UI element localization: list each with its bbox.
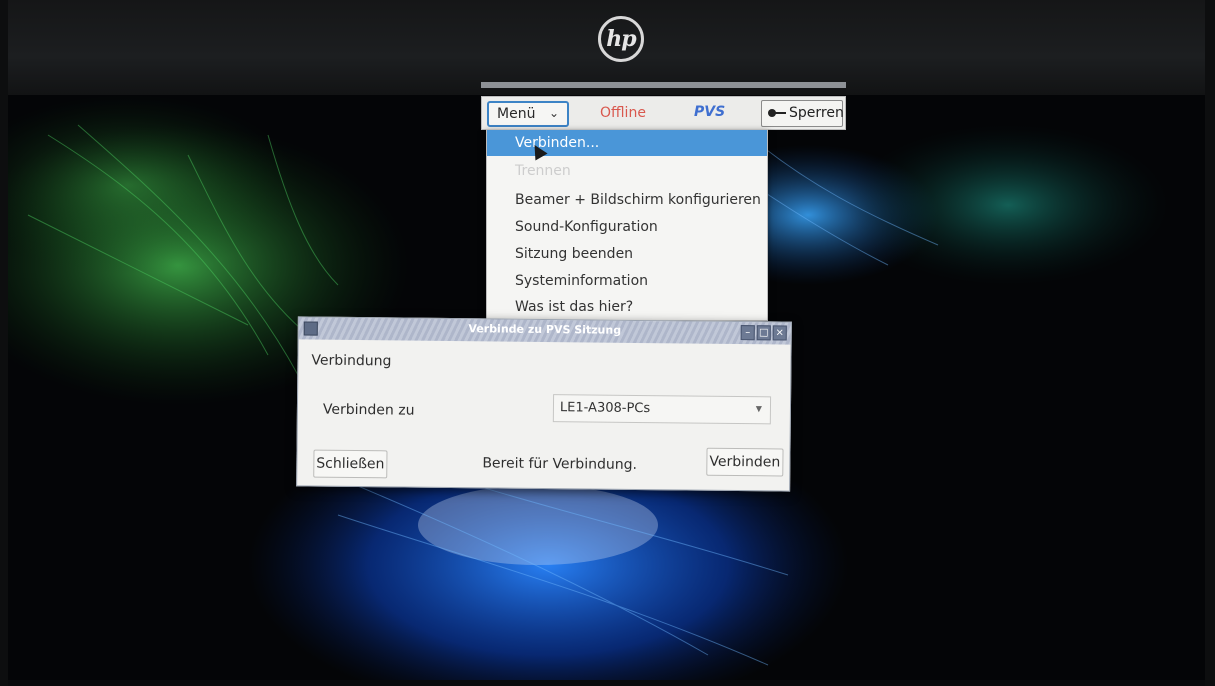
menu-item-system-info[interactable]: Systeminformation: [487, 268, 767, 294]
connection-status: Offline: [600, 105, 646, 121]
menu-button[interactable]: Menü ⌄: [487, 101, 569, 127]
pvs-bar-top-strip: [481, 82, 846, 88]
menu-item-sound-config[interactable]: Sound-Konfiguration: [487, 214, 767, 240]
connect-to-label: Verbinden zu: [322, 401, 415, 419]
connection-section-label: Verbindung: [311, 352, 392, 370]
menu-item-beamer-config[interactable]: Beamer + Bildschirm konfigurieren: [487, 187, 767, 213]
menu-item-disconnect[interactable]: Trennen: [487, 158, 767, 184]
pvs-app-label: PVS: [694, 104, 726, 120]
chevron-down-icon: ⌄: [548, 106, 559, 120]
close-button[interactable]: Schließen: [313, 449, 388, 479]
monitor-bezel-right: [1205, 0, 1215, 686]
minimize-icon[interactable]: –: [740, 325, 755, 341]
menu-item-end-session[interactable]: Sitzung beenden: [487, 241, 767, 267]
dialog-title: Verbinde zu PVS Sitzung: [468, 322, 622, 337]
dialog-status-text: Bereit für Verbindung.: [482, 455, 638, 473]
dialog-titlebar[interactable]: Verbinde zu PVS Sitzung – □ ×: [298, 317, 791, 345]
maximize-icon[interactable]: □: [756, 325, 771, 341]
lock-button-label: Sperren: [789, 105, 844, 121]
close-icon[interactable]: ×: [772, 325, 787, 341]
session-select-value: LE1-A308-PCs: [559, 400, 651, 417]
monitor-bezel-left: [0, 0, 8, 686]
menu-button-label: Menü: [497, 106, 536, 122]
key-icon: [768, 108, 786, 118]
connect-button[interactable]: Verbinden: [706, 447, 784, 477]
menu-item-about[interactable]: Was ist das hier?: [487, 294, 767, 320]
session-select[interactable]: LE1-A308-PCs ▼: [552, 394, 772, 425]
main-menu-dropdown: Verbinden... Trennen Beamer + Bildschirm…: [486, 129, 768, 321]
connect-dialog: Verbinde zu PVS Sitzung – □ × Verbindung…: [296, 316, 792, 492]
hp-logo-text: hp: [606, 26, 636, 52]
pvs-toolbar: Menü ⌄ Offline PVS Sperren: [481, 96, 846, 130]
menu-item-connect[interactable]: Verbinden...: [487, 130, 767, 156]
hp-logo: hp: [598, 16, 644, 62]
dropdown-arrow-icon: ▼: [755, 404, 763, 414]
lock-button[interactable]: Sperren: [761, 100, 844, 127]
